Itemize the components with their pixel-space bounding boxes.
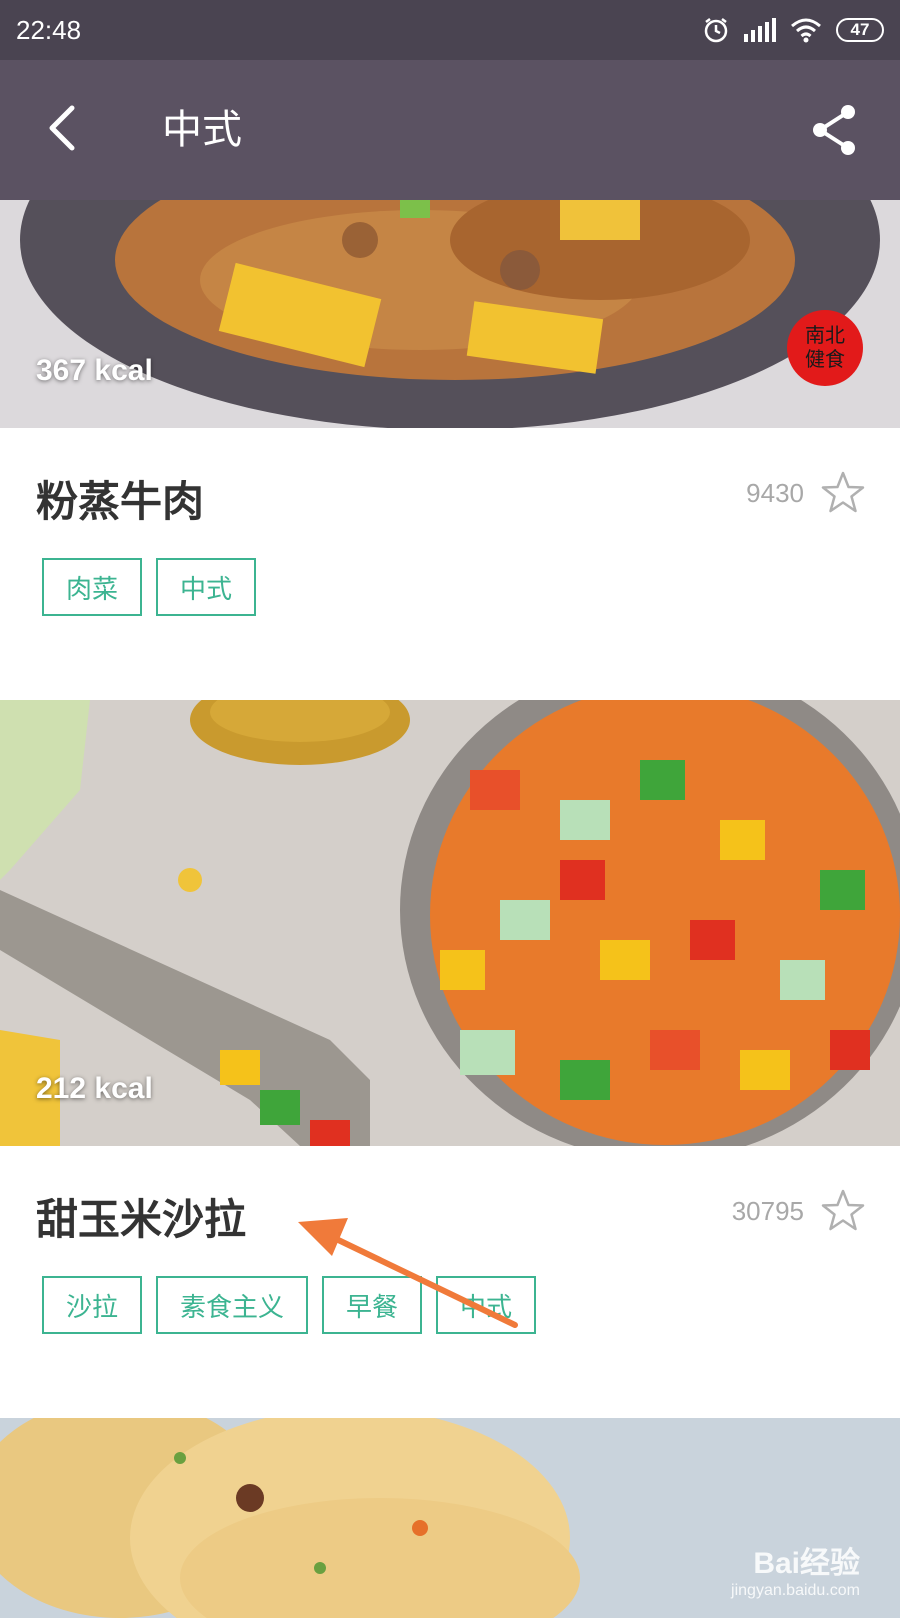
recipe-title[interactable]: 粉蒸牛肉 bbox=[36, 468, 204, 529]
svg-text:南北: 南北 bbox=[805, 323, 845, 347]
recipe-card[interactable]: 南北 健食 367 kcal 粉蒸牛肉 9430 肉菜 中式 bbox=[0, 200, 900, 700]
page-title: 中式 bbox=[162, 107, 242, 153]
tag-list: 肉菜 中式 bbox=[42, 558, 257, 616]
recipe-card[interactable]: Bai经验 jingyan.baidu.com bbox=[0, 1418, 900, 1618]
beef-bowl-image: 南北 健食 bbox=[0, 200, 900, 428]
watermark-sub: jingyan.baidu.com bbox=[731, 1582, 860, 1599]
recipe-title[interactable]: 甜玉米沙拉 bbox=[36, 1186, 246, 1247]
tag[interactable]: 中式 bbox=[436, 1276, 537, 1334]
star-icon[interactable] bbox=[820, 1188, 866, 1234]
recipe-image[interactable]: Bai经验 jingyan.baidu.com bbox=[0, 1418, 900, 1618]
battery-icon: 47 bbox=[836, 18, 884, 42]
recipe-info: 甜玉米沙拉 30795 沙拉 素食主义 早餐 中式 bbox=[0, 1146, 900, 1418]
tag[interactable]: 沙拉 bbox=[42, 1276, 143, 1334]
share-button[interactable] bbox=[808, 102, 864, 158]
signal-icon bbox=[744, 18, 776, 42]
recipe-meta: 9430 bbox=[746, 470, 866, 516]
kcal-label: 367 kcal bbox=[36, 354, 153, 387]
tag[interactable]: 肉菜 bbox=[42, 558, 143, 616]
watermark: Bai经验 jingyan.baidu.com bbox=[731, 1538, 860, 1600]
tag[interactable]: 早餐 bbox=[322, 1276, 423, 1334]
status-icons: 47 bbox=[702, 16, 884, 44]
kcal-label: 212 kcal bbox=[36, 1072, 153, 1105]
back-button[interactable] bbox=[40, 100, 100, 160]
recipe-image[interactable]: 南北 健食 367 kcal bbox=[0, 200, 900, 428]
svg-text:健食: 健食 bbox=[805, 347, 845, 371]
favorite-count: 9430 bbox=[746, 477, 804, 508]
recipe-meta: 30795 bbox=[732, 1188, 866, 1234]
watermark-main: Bai经验 bbox=[753, 1547, 860, 1580]
wifi-icon bbox=[791, 18, 821, 43]
recipe-image[interactable]: 212 kcal bbox=[0, 700, 900, 1146]
app-bar: 中式 bbox=[0, 60, 900, 200]
recipe-card[interactable]: 212 kcal 甜玉米沙拉 30795 沙拉 素食主义 早餐 中式 bbox=[0, 700, 900, 1418]
tag[interactable]: 中式 bbox=[156, 558, 257, 616]
tag[interactable]: 素食主义 bbox=[156, 1276, 309, 1334]
recipe-feed: 南北 健食 367 kcal 粉蒸牛肉 9430 肉菜 中式 212 kcal … bbox=[0, 200, 900, 1618]
favorite-count: 30795 bbox=[731, 1195, 804, 1226]
recipe-info: 粉蒸牛肉 9430 肉菜 中式 bbox=[0, 428, 900, 700]
status-time: 22:48 bbox=[16, 14, 82, 45]
status-bar: 22:48 47 bbox=[0, 0, 900, 60]
alarm-icon bbox=[704, 18, 728, 43]
star-icon[interactable] bbox=[820, 470, 866, 516]
tag-list: 沙拉 素食主义 早餐 中式 bbox=[42, 1276, 537, 1334]
